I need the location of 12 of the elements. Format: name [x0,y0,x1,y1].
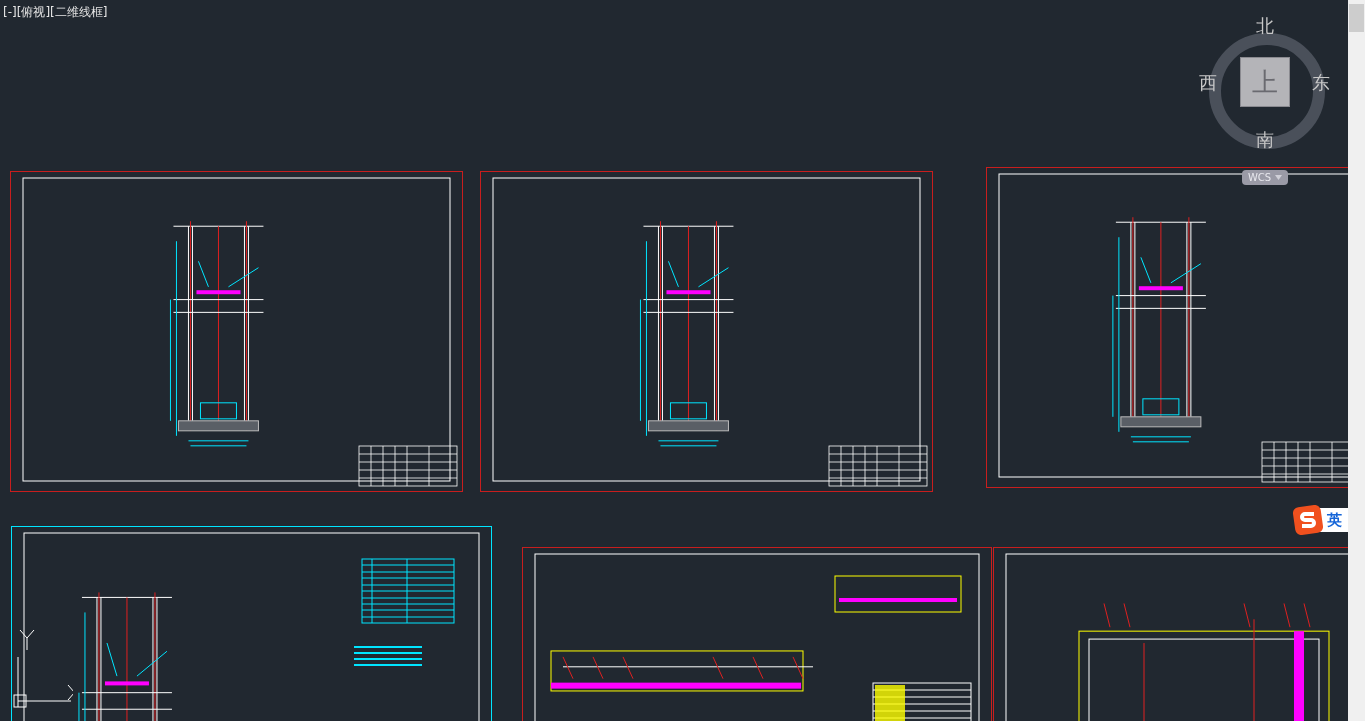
compass-label[interactable]: 西 [1199,73,1217,93]
input-mode[interactable]: 英 [1327,510,1342,530]
viewport-control[interactable]: [-] [3,5,17,19]
caret-icon [1275,175,1283,180]
compass-label[interactable]: 南 [1256,130,1274,150]
compass-label[interactable]: 东 [1312,73,1330,93]
viewport-control[interactable]: [二维线框] [50,5,108,19]
input-method-logo-icon [1293,505,1323,535]
viewport-control[interactable]: [俯视] [16,5,51,19]
compass-label[interactable]: 北 [1256,16,1274,36]
scroll-thumb[interactable] [1349,4,1364,32]
scrollbar[interactable] [1348,0,1365,721]
